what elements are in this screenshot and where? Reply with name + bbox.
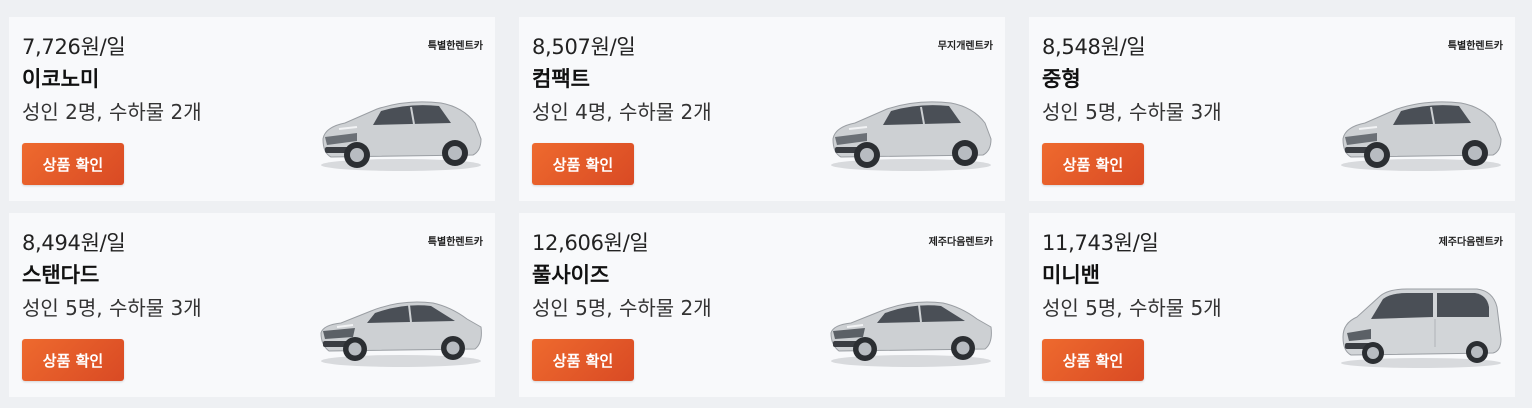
daily-price: 12,606원/일: [532, 231, 649, 255]
car-class-name: 스탠다드: [22, 263, 100, 287]
car-class-name: 미니밴: [1042, 263, 1100, 287]
daily-price: 8,548원/일: [1042, 35, 1146, 59]
rental-company: 특별한렌트카: [427, 41, 483, 52]
hatchback-car-icon: [831, 101, 992, 171]
daily-price: 8,494원/일: [22, 231, 126, 255]
capacity-info: 성인 5명, 수하물 5개: [1042, 296, 1222, 320]
view-product-button[interactable]: 상품 확인: [1042, 143, 1144, 185]
view-product-button[interactable]: 상품 확인: [532, 339, 634, 381]
rental-company: 특별한렌트카: [427, 237, 483, 248]
capacity-info: 성인 5명, 수하물 3개: [1042, 100, 1222, 124]
car-card-economy[interactable]: 7,726원/일 이코노미 성인 2명, 수하물 2개 특별한렌트카 상품 확인: [9, 17, 495, 201]
view-product-button[interactable]: 상품 확인: [22, 143, 124, 185]
hatchback-car-icon: [321, 101, 482, 171]
daily-price: 8,507원/일: [532, 35, 636, 59]
rental-car-grid: 7,726원/일 이코노미 성인 2명, 수하물 2개 특별한렌트카 상품 확인…: [0, 0, 1532, 408]
car-class-name: 중형: [1042, 67, 1081, 91]
car-card-midsize[interactable]: 8,548원/일 중형 성인 5명, 수하물 3개 특별한렌트카 상품 확인: [1029, 17, 1515, 201]
car-card-standard[interactable]: 8,494원/일 스탠다드 성인 5명, 수하물 3개 특별한렌트카 상품 확인: [9, 213, 495, 397]
hatchback-car-icon: [1341, 101, 1502, 171]
view-product-button[interactable]: 상품 확인: [1042, 339, 1144, 381]
rental-company: 특별한렌트카: [1447, 41, 1503, 52]
capacity-info: 성인 2명, 수하물 2개: [22, 100, 202, 124]
sedan-car-icon: [830, 301, 992, 367]
car-class-name: 이코노미: [22, 67, 100, 91]
view-product-button[interactable]: 상품 확인: [532, 143, 634, 185]
view-product-button[interactable]: 상품 확인: [22, 339, 124, 381]
capacity-info: 성인 4명, 수하물 2개: [532, 100, 712, 124]
sedan-car-icon: [320, 301, 482, 367]
car-card-fullsize[interactable]: 12,606원/일 풀사이즈 성인 5명, 수하물 2개 제주다음렌트카 상품 …: [519, 213, 1005, 397]
daily-price: 11,743원/일: [1042, 231, 1159, 255]
capacity-info: 성인 5명, 수하물 2개: [532, 296, 712, 320]
car-class-name: 컴팩트: [532, 67, 590, 91]
daily-price: 7,726원/일: [22, 35, 126, 59]
capacity-info: 성인 5명, 수하물 3개: [22, 296, 202, 320]
minivan-car-icon: [1341, 288, 1502, 368]
rental-company: 무지개렌트카: [937, 41, 993, 52]
rental-company: 제주다음렌트카: [1438, 237, 1503, 248]
car-card-compact[interactable]: 8,507원/일 컴팩트 성인 4명, 수하물 2개 무지개렌트카 상품 확인: [519, 17, 1005, 201]
car-card-minivan[interactable]: 11,743원/일 미니밴 성인 5명, 수하물 5개 제주다음렌트카 상품 확…: [1029, 213, 1515, 397]
rental-company: 제주다음렌트카: [928, 237, 993, 248]
car-class-name: 풀사이즈: [532, 263, 610, 287]
